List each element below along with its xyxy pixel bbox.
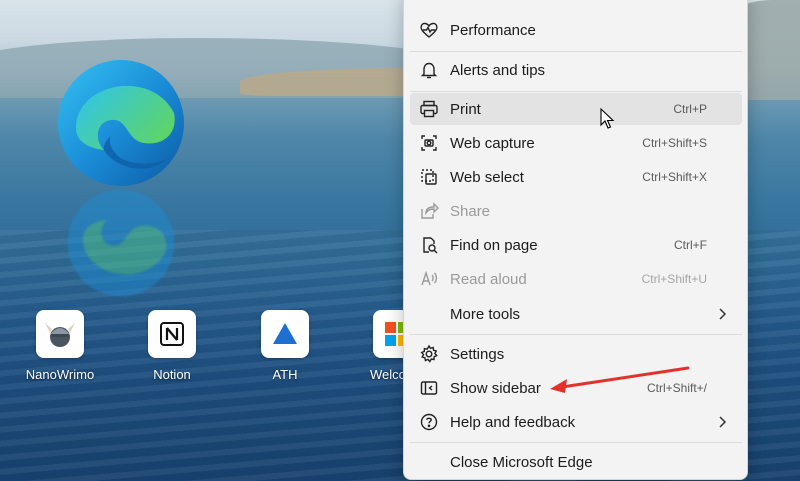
menu-item-shortcut: Ctrl+Shift+X [642,170,707,184]
menu-item-help-and-feedback[interactable]: Help and feedback [410,406,742,438]
menu-item-read-aloud[interactable]: Read aloud Ctrl+Shift+U [410,263,742,295]
shortcut-label: ATH [240,367,330,382]
viking-helmet-icon [36,310,84,358]
menu-item-label: Performance [450,22,742,39]
menu-item-find-on-page[interactable]: Find on page Ctrl+F [410,229,742,261]
menu-divider [410,51,742,52]
menu-item-label: Share [450,203,742,220]
chevron-right-icon [716,414,728,434]
find-icon [418,234,440,256]
triangle-icon [261,310,309,358]
menu-item-more-tools[interactable]: More tools [410,298,742,330]
menu-item-print[interactable]: Print Ctrl+P [410,93,742,125]
close-edge-spacer [418,451,440,473]
menu-item-label: Web select [450,169,642,186]
shortcut-notion[interactable]: Notion [127,310,217,382]
menu-item-web-capture[interactable]: Web capture Ctrl+Shift+S [410,127,742,159]
menu-item-alerts-and-tips[interactable]: Alerts and tips [410,54,742,86]
shortcut-ath[interactable]: ATH [240,310,330,382]
edge-logo-reflection [56,188,186,298]
annotation-arrow-icon [540,360,700,400]
web-select-icon [418,166,440,188]
edge-settings-menu: Performance Alerts and tips Print Ctrl+P [403,0,748,480]
gear-icon [418,343,440,365]
printer-icon [418,98,440,120]
heart-pulse-icon [418,19,440,41]
sidebar-icon [418,377,440,399]
menu-divider [410,442,742,443]
more-tools-spacer [418,303,440,325]
menu-item-label: Close Microsoft Edge [450,454,742,471]
help-icon [418,411,440,433]
menu-item-shortcut: Ctrl+Shift+S [642,136,707,150]
menu-item-close-microsoft-edge[interactable]: Close Microsoft Edge [410,446,742,478]
menu-item-share[interactable]: Share [410,195,742,227]
menu-item-label: Alerts and tips [450,62,742,79]
web-capture-icon [418,132,440,154]
menu-item-label: Read aloud [450,271,642,288]
chevron-right-icon [716,306,728,326]
menu-item-shortcut: Ctrl+P [673,102,707,116]
menu-item-label: Help and feedback [450,414,742,431]
menu-divider [410,91,742,92]
menu-divider [410,334,742,335]
edge-logo-icon [56,58,186,188]
notion-icon [148,310,196,358]
shortcut-label: NanoWrimo [15,367,105,382]
read-aloud-icon [418,268,440,290]
mouse-cursor-icon [600,108,616,130]
shortcut-nanowrimo[interactable]: NanoWrimo [15,310,105,382]
menu-item-shortcut: Ctrl+Shift+U [642,272,707,286]
menu-item-label: Find on page [450,237,674,254]
menu-item-web-select[interactable]: Web select Ctrl+Shift+X [410,161,742,193]
bell-icon [418,59,440,81]
share-icon [418,200,440,222]
menu-item-label: Web capture [450,135,642,152]
menu-item-performance[interactable]: Performance [410,14,742,46]
menu-item-label: More tools [450,306,742,323]
menu-item-label: Print [450,101,673,118]
menu-item-shortcut: Ctrl+F [674,238,707,252]
shortcut-label: Notion [127,367,217,382]
